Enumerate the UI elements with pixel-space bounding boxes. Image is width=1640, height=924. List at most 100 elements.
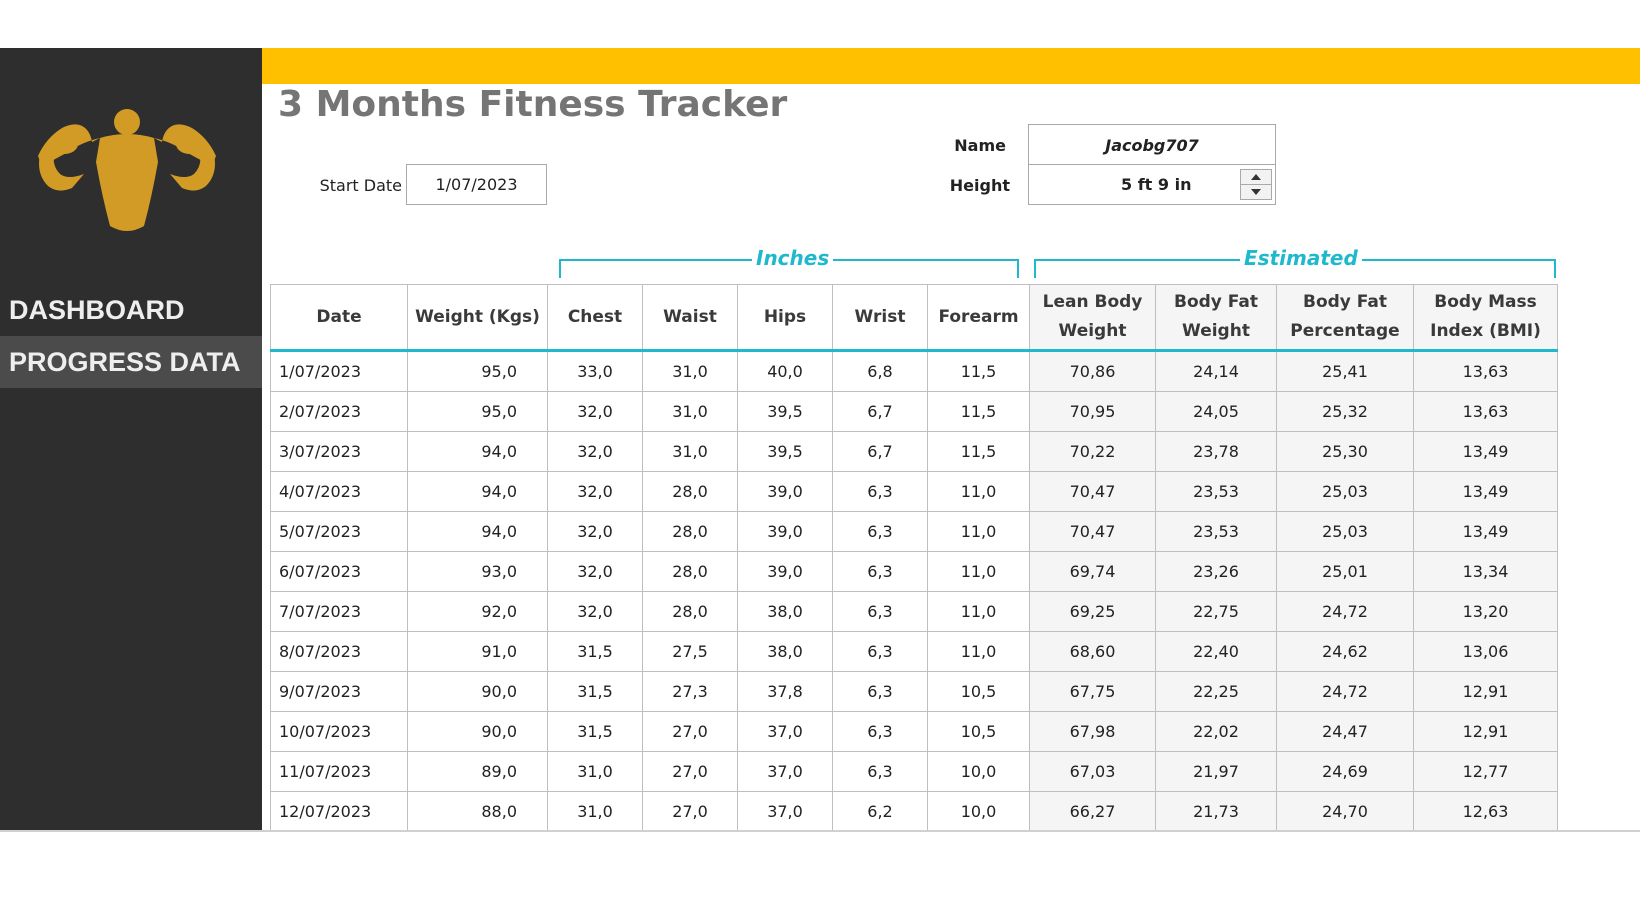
table-cell[interactable]: 28,0 (642, 551, 738, 592)
table-cell[interactable]: 6/07/2023 (270, 551, 408, 592)
table-cell[interactable]: 90,0 (407, 711, 548, 752)
table-cell[interactable]: 92,0 (407, 591, 548, 632)
col-header-chest[interactable]: Chest (547, 284, 643, 352)
table-cell[interactable]: 40,0 (737, 350, 833, 392)
table-cell[interactable]: 24,69 (1276, 751, 1414, 792)
table-cell[interactable]: 24,05 (1155, 391, 1277, 432)
table-cell[interactable]: 70,22 (1029, 431, 1156, 472)
name-field[interactable]: Jacobg707 (1028, 124, 1276, 166)
table-cell[interactable]: 24,72 (1276, 591, 1414, 632)
col-header-body-fat-percentage[interactable]: Body Fat Percentage (1276, 284, 1414, 352)
table-cell[interactable]: 25,03 (1276, 511, 1414, 552)
table-cell[interactable]: 27,0 (642, 711, 738, 752)
table-cell[interactable]: 25,30 (1276, 431, 1414, 472)
col-header-lean-body-weight[interactable]: Lean Body Weight (1029, 284, 1156, 352)
table-cell[interactable]: 3/07/2023 (270, 431, 408, 472)
table-cell[interactable]: 31,0 (642, 350, 738, 392)
table-cell[interactable]: 21,97 (1155, 751, 1277, 792)
table-cell[interactable]: 8/07/2023 (270, 631, 408, 672)
table-cell[interactable]: 95,0 (407, 391, 548, 432)
table-cell[interactable]: 90,0 (407, 671, 548, 712)
table-cell[interactable]: 33,0 (547, 350, 643, 392)
table-cell[interactable]: 91,0 (407, 631, 548, 672)
table-cell[interactable]: 37,0 (737, 711, 833, 752)
table-cell[interactable]: 12/07/2023 (270, 791, 408, 832)
table-cell[interactable]: 67,98 (1029, 711, 1156, 752)
table-cell[interactable]: 11,0 (927, 551, 1030, 592)
col-header-body-fat-weight[interactable]: Body Fat Weight (1155, 284, 1277, 352)
table-cell[interactable]: 37,0 (737, 791, 833, 832)
table-cell[interactable]: 28,0 (642, 511, 738, 552)
table-cell[interactable]: 27,5 (642, 631, 738, 672)
spin-down-button[interactable] (1241, 185, 1271, 199)
table-cell[interactable]: 23,26 (1155, 551, 1277, 592)
table-cell[interactable]: 32,0 (547, 431, 643, 472)
table-cell[interactable]: 31,0 (547, 751, 643, 792)
table-cell[interactable]: 10,5 (927, 671, 1030, 712)
table-cell[interactable]: 6,3 (832, 751, 928, 792)
table-cell[interactable]: 13,34 (1413, 551, 1558, 592)
table-cell[interactable]: 70,95 (1029, 391, 1156, 432)
table-cell[interactable]: 68,60 (1029, 631, 1156, 672)
table-cell[interactable]: 13,49 (1413, 431, 1558, 472)
table-cell[interactable]: 10/07/2023 (270, 711, 408, 752)
table-cell[interactable]: 10,5 (927, 711, 1030, 752)
table-cell[interactable]: 6,3 (832, 511, 928, 552)
col-header-weight[interactable]: Weight (Kgs) (407, 284, 548, 352)
table-cell[interactable]: 11/07/2023 (270, 751, 408, 792)
table-cell[interactable]: 2/07/2023 (270, 391, 408, 432)
table-cell[interactable]: 70,86 (1029, 350, 1156, 392)
table-cell[interactable]: 94,0 (407, 471, 548, 512)
table-cell[interactable]: 32,0 (547, 391, 643, 432)
table-cell[interactable]: 69,74 (1029, 551, 1156, 592)
table-cell[interactable]: 4/07/2023 (270, 471, 408, 512)
height-field[interactable]: 5 ft 9 in (1028, 164, 1276, 205)
table-cell[interactable]: 32,0 (547, 511, 643, 552)
table-cell[interactable]: 38,0 (737, 591, 833, 632)
table-cell[interactable]: 11,5 (927, 431, 1030, 472)
table-cell[interactable]: 5/07/2023 (270, 511, 408, 552)
table-cell[interactable]: 67,03 (1029, 751, 1156, 792)
table-cell[interactable]: 22,25 (1155, 671, 1277, 712)
table-cell[interactable]: 95,0 (407, 350, 548, 392)
table-cell[interactable]: 31,0 (642, 431, 738, 472)
col-header-waist[interactable]: Waist (642, 284, 738, 352)
table-cell[interactable]: 38,0 (737, 631, 833, 672)
table-cell[interactable]: 39,0 (737, 511, 833, 552)
table-cell[interactable]: 24,14 (1155, 350, 1277, 392)
table-cell[interactable]: 24,72 (1276, 671, 1414, 712)
table-cell[interactable]: 6,3 (832, 671, 928, 712)
table-cell[interactable]: 7/07/2023 (270, 591, 408, 632)
table-cell[interactable]: 11,5 (927, 350, 1030, 392)
table-cell[interactable]: 10,0 (927, 751, 1030, 792)
table-cell[interactable]: 88,0 (407, 791, 548, 832)
table-cell[interactable]: 12,77 (1413, 751, 1558, 792)
height-spinner[interactable] (1240, 169, 1272, 200)
table-cell[interactable]: 11,0 (927, 471, 1030, 512)
col-header-forearm[interactable]: Forearm (927, 284, 1030, 352)
table-cell[interactable]: 6,3 (832, 551, 928, 592)
table-cell[interactable]: 23,53 (1155, 511, 1277, 552)
table-cell[interactable]: 25,41 (1276, 350, 1414, 392)
table-cell[interactable]: 9/07/2023 (270, 671, 408, 712)
table-cell[interactable]: 39,5 (737, 431, 833, 472)
table-cell[interactable]: 27,0 (642, 751, 738, 792)
table-cell[interactable]: 89,0 (407, 751, 548, 792)
table-cell[interactable]: 27,3 (642, 671, 738, 712)
nav-dashboard[interactable]: DASHBOARD (0, 284, 262, 336)
table-cell[interactable]: 13,63 (1413, 350, 1558, 392)
table-cell[interactable]: 31,5 (547, 711, 643, 752)
table-cell[interactable]: 21,73 (1155, 791, 1277, 832)
start-date-field[interactable]: 1/07/2023 (406, 164, 547, 205)
table-cell[interactable]: 94,0 (407, 431, 548, 472)
table-cell[interactable]: 10,0 (927, 791, 1030, 832)
table-cell[interactable]: 25,32 (1276, 391, 1414, 432)
table-cell[interactable]: 70,47 (1029, 471, 1156, 512)
table-cell[interactable]: 39,5 (737, 391, 833, 432)
table-cell[interactable]: 39,0 (737, 551, 833, 592)
table-cell[interactable]: 6,7 (832, 391, 928, 432)
table-cell[interactable]: 27,0 (642, 791, 738, 832)
table-cell[interactable]: 12,91 (1413, 671, 1558, 712)
table-cell[interactable]: 32,0 (547, 551, 643, 592)
table-cell[interactable]: 70,47 (1029, 511, 1156, 552)
